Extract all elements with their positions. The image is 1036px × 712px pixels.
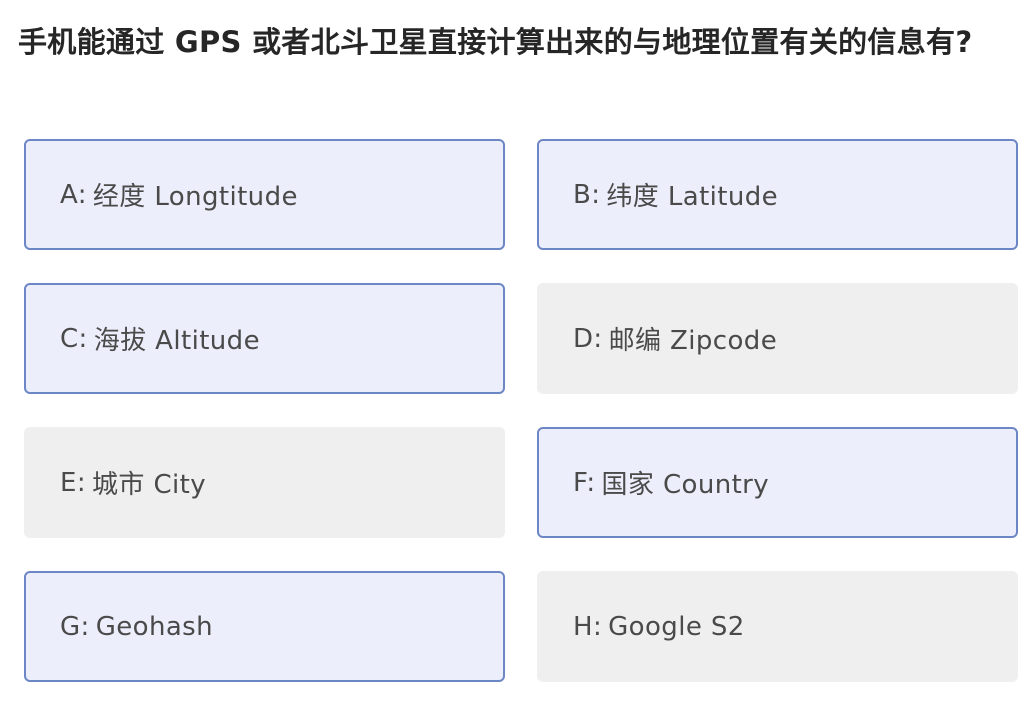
option-letter: E: xyxy=(60,467,86,498)
option-f[interactable]: F: 国家 Country xyxy=(537,427,1018,538)
option-label: Geohash xyxy=(95,611,214,642)
option-label: 邮编 Zipcode xyxy=(608,326,778,356)
options-grid: A: 经度 Longtitude B: 纬度 Latitude C: 海拔 Al… xyxy=(24,139,1018,682)
option-letter: C: xyxy=(60,323,88,354)
option-letter: F: xyxy=(573,467,596,498)
option-label: 纬度 Latitude xyxy=(606,182,779,212)
option-label: 海拔 Altitude xyxy=(93,326,260,356)
question-title: 手机能通过 GPS 或者北斗卫星直接计算出来的与地理位置有关的信息有? xyxy=(18,25,973,59)
option-label: Google S2 xyxy=(608,611,745,642)
option-letter: G: xyxy=(60,611,90,642)
option-label: 国家 Country xyxy=(601,470,770,500)
option-g[interactable]: G: Geohash xyxy=(24,571,505,682)
option-h[interactable]: H: Google S2 xyxy=(537,571,1018,682)
option-b[interactable]: B: 纬度 Latitude xyxy=(537,139,1018,250)
option-e[interactable]: E: 城市 City xyxy=(24,427,505,538)
option-a[interactable]: A: 经度 Longtitude xyxy=(24,139,505,250)
option-letter: H: xyxy=(573,611,603,642)
option-c[interactable]: C: 海拔 Altitude xyxy=(24,283,505,394)
option-label: 经度 Longtitude xyxy=(92,182,298,212)
option-d[interactable]: D: 邮编 Zipcode xyxy=(537,283,1018,394)
option-letter: A: xyxy=(60,179,87,210)
option-label: 城市 City xyxy=(92,470,207,500)
option-letter: D: xyxy=(573,323,603,354)
option-letter: B: xyxy=(573,179,601,210)
